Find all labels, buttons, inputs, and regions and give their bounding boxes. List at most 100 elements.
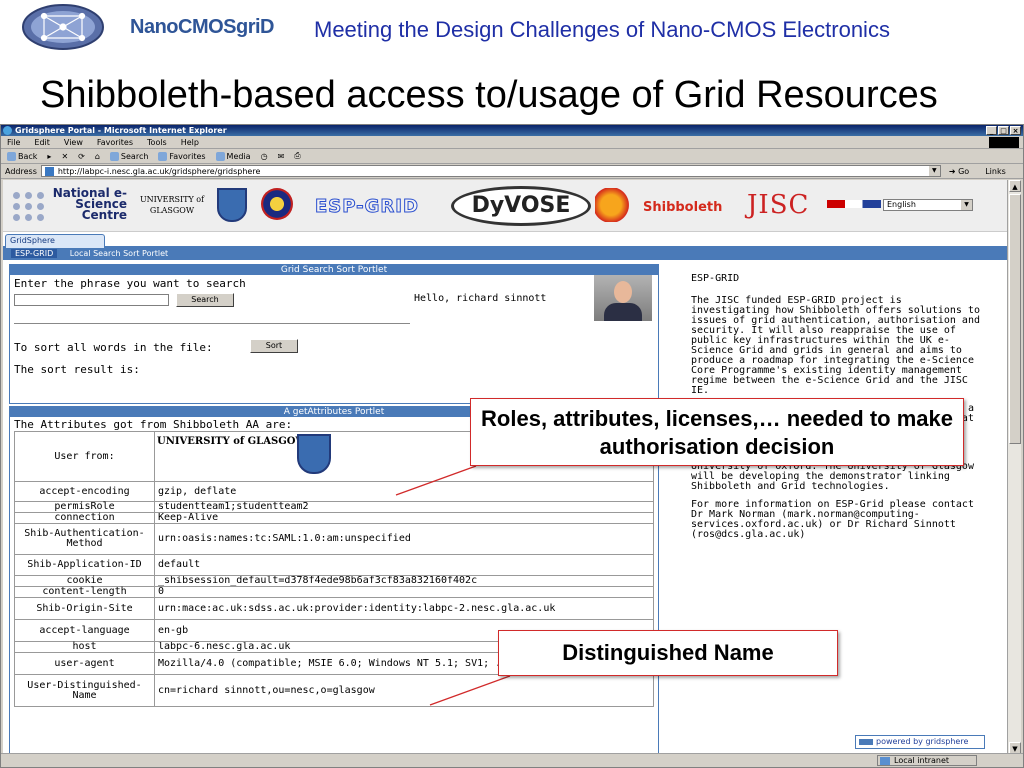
sort-button[interactable]: Sort — [250, 339, 298, 353]
sub-tabs: ESP-GRID Local Search Sort Portlet — [3, 248, 1007, 260]
zone-label: Local intranet — [894, 756, 950, 765]
university-name: UNIVERSITY of GLASGOW — [139, 195, 205, 215]
powered-by-text: powered by gridsphere — [876, 737, 969, 746]
chevron-down-icon[interactable]: ▼ — [928, 166, 940, 176]
menu-tools[interactable]: Tools — [147, 138, 167, 147]
divider — [14, 323, 410, 324]
search-portlet-title: Grid Search Sort Portlet — [10, 265, 658, 275]
back-label: Back — [18, 151, 38, 161]
oxford-crest-icon — [261, 188, 293, 220]
attr-value: 0 — [154, 586, 654, 598]
back-arrow-icon — [7, 151, 16, 161]
search-button[interactable]: Search — [109, 151, 149, 161]
forward-button[interactable]: ▸ — [47, 152, 51, 161]
roles-callout: Roles, attributes, licenses,… needed to … — [470, 398, 964, 466]
language-select[interactable]: English ▼ — [883, 199, 973, 211]
scroll-up-icon[interactable]: ▲ — [1009, 180, 1021, 192]
attr-key: content-length — [14, 586, 155, 598]
media-button[interactable]: Media — [215, 151, 251, 161]
internet-explorer-icon — [3, 126, 12, 135]
attr-key: user-agent — [14, 652, 155, 675]
go-label: Go — [958, 166, 970, 176]
go-button[interactable]: ➜ Go — [949, 167, 969, 176]
links-button[interactable]: Links — [985, 167, 1006, 176]
user-avatar — [594, 275, 652, 321]
esp-grid-para-4: For more information on ESP-Grid please … — [691, 499, 980, 540]
toolbar: Back ▸ ✕ ⟳ ⌂ Search Favorites Media ◷ ✉ … — [1, 149, 1023, 164]
attr-key: permisRole — [14, 501, 155, 513]
attr-value: Keep-Alive — [154, 512, 654, 524]
esp-grid-logo: ESP-GRID — [315, 196, 419, 218]
language-selected: English — [887, 200, 916, 209]
minimize-button[interactable]: _ — [986, 126, 997, 135]
table-row: Shib-Authentication-Method urn:oasis:name… — [14, 523, 654, 555]
user-greeting: Hello, richard sinnott — [414, 293, 547, 304]
media-icon — [215, 151, 225, 161]
scroll-thumb[interactable] — [1009, 194, 1021, 444]
home-button[interactable]: ⌂ — [95, 152, 100, 161]
search-input[interactable] — [14, 294, 169, 306]
print-button[interactable]: ⎙ — [294, 151, 300, 161]
attr-key: cookie — [14, 575, 155, 587]
favorites-label: Favorites — [169, 151, 206, 161]
table-row: Shib-Application-ID default — [14, 554, 654, 576]
attr-key: Shib-Application-ID — [14, 554, 155, 576]
attr-value: default — [154, 554, 654, 576]
window-title: Gridsphere Portal - Microsoft Internet E… — [15, 126, 227, 135]
chevron-down-icon[interactable]: ▼ — [961, 200, 972, 210]
tab-esp-grid[interactable]: ESP-GRID — [11, 249, 58, 258]
maximize-button[interactable]: □ — [998, 126, 1009, 135]
table-row: content-length 0 — [14, 586, 654, 598]
search-label: Search — [120, 151, 149, 161]
refresh-button[interactable]: ⟳ — [78, 152, 85, 161]
attr-value: urn:oasis:names:tc:SAML:1.0:am:unspecifi… — [154, 523, 654, 555]
jisc-logo: JISC — [747, 190, 810, 220]
shibboleth-dragon-icon — [595, 188, 635, 222]
attr-value: cn=richard sinnott,ou=nesc,o=glasgow — [154, 674, 654, 707]
table-row: cookie _shibsession_default=d378f4ede98b6… — [14, 575, 654, 587]
vertical-scrollbar[interactable]: ▲ ▼ — [1007, 180, 1021, 754]
table-row: User-Distinguished-Name cn=richard sinnot… — [14, 674, 654, 707]
table-row: connection Keep-Alive — [14, 512, 654, 524]
menu-favorites[interactable]: Favorites — [97, 138, 133, 147]
stop-button[interactable]: ✕ — [61, 152, 68, 161]
attr-key: accept-encoding — [14, 481, 155, 502]
attr-key: User from: — [14, 431, 155, 482]
close-button[interactable]: × — [1010, 126, 1021, 135]
attr-key: Shib-Origin-Site — [14, 597, 155, 620]
window-titlebar[interactable]: Gridsphere Portal - Microsoft Internet E… — [1, 125, 1023, 136]
distinguished-name-callout: Distinguished Name — [498, 630, 838, 676]
menu-file[interactable]: File — [7, 138, 20, 147]
table-row: accept-encoding gzip, deflate — [14, 481, 654, 502]
search-submit-button[interactable]: Search — [176, 293, 234, 307]
tab-gridsphere[interactable]: GridSphere — [5, 234, 105, 248]
attr-value: studentteam1;studentteam2 — [154, 501, 654, 513]
sort-result-label: The sort result is: — [14, 363, 140, 376]
dyvose-logo: DyVOSE — [451, 186, 591, 226]
slide-title: Shibboleth-based access to/usage of Grid… — [40, 74, 938, 116]
url-input[interactable]: http://labpc-i.nesc.gla.ac.uk/gridsphere… — [40, 165, 941, 177]
attributes-intro: The Attributes got from Shibboleth AA ar… — [14, 418, 293, 431]
tab-local-search-sort[interactable]: Local Search Sort Portlet — [70, 249, 168, 258]
back-button[interactable]: Back — [7, 151, 38, 161]
menu-edit[interactable]: Edit — [34, 138, 50, 147]
glasgow-crest-icon — [297, 434, 331, 474]
language-flags-icon — [827, 200, 881, 208]
history-button[interactable]: ◷ — [261, 152, 268, 161]
slide-subtitle: Meeting the Design Challenges of Nano-CM… — [314, 17, 890, 42]
favorites-button[interactable]: Favorites — [158, 151, 206, 161]
university-logo-text: UNIVERSITY of GLASGOW — [157, 436, 307, 447]
esp-grid-heading: ESP-GRID — [691, 273, 740, 284]
menu-view[interactable]: View — [64, 138, 83, 147]
powered-by-gridsphere-link[interactable]: powered by gridsphere — [855, 735, 985, 749]
attr-key: connection — [14, 512, 155, 524]
glasgow-crest-icon — [217, 188, 247, 222]
media-label: Media — [226, 151, 251, 161]
url-text: http://labpc-i.nesc.gla.ac.uk/gridsphere… — [57, 166, 261, 176]
portal-banner: National e-Science Centre UNIVERSITY of … — [3, 180, 1007, 232]
attr-key: Shib-Authentication-Method — [14, 523, 155, 555]
mail-button[interactable]: ✉ — [278, 152, 285, 161]
menu-help[interactable]: Help — [181, 138, 199, 147]
intranet-icon — [880, 757, 890, 765]
attr-value: urn:mace:ac.uk:sdss.ac.uk:provider:ident… — [154, 597, 654, 620]
